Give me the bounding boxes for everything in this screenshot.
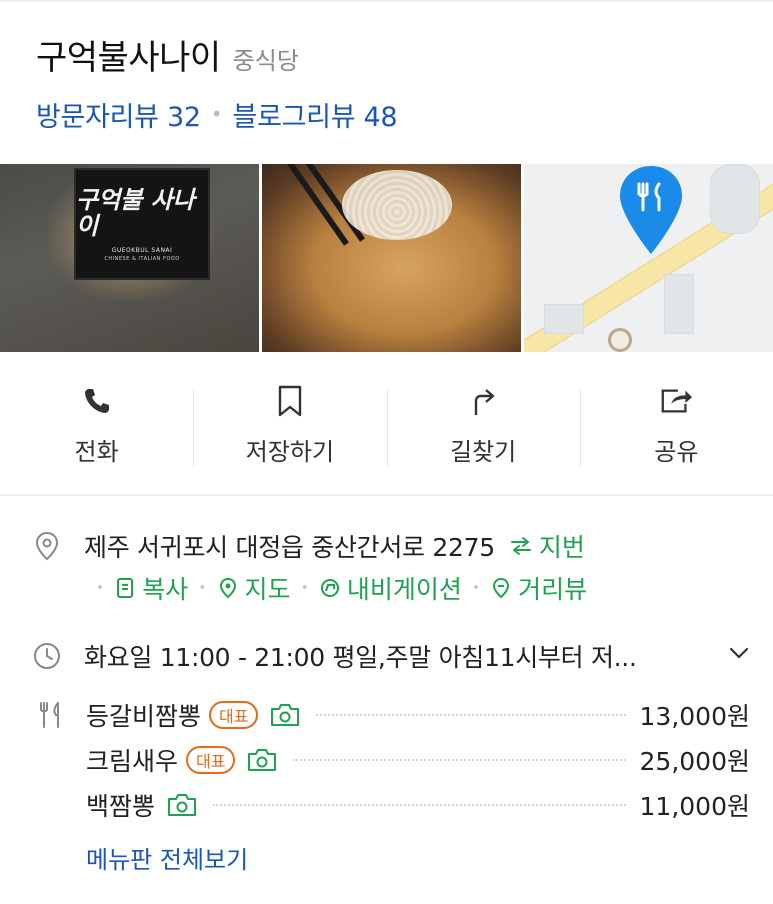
blog-reviews-link[interactable]: 블로그리뷰 48 <box>233 95 398 134</box>
call-button[interactable]: 전화 <box>0 370 193 482</box>
menu-item-name: 등갈비짬뽕 <box>86 701 202 731</box>
directions-button[interactable]: 길찾기 <box>386 370 580 482</box>
separator-dot: • <box>471 580 481 596</box>
fork-knife-icon <box>40 702 59 728</box>
map-poi-icon <box>608 328 632 352</box>
separator-dot: • <box>96 580 105 596</box>
directions-icon <box>466 384 500 418</box>
location-pin-icon <box>32 531 62 561</box>
copy-address-link[interactable]: 복사 <box>114 570 188 606</box>
map-block <box>664 274 694 334</box>
review-row: 방문자리뷰 32 • 블로그리뷰 48 <box>36 92 756 136</box>
restaurant-map-pin-icon <box>620 166 682 254</box>
action-bar: 전화 저장하기 길찾기 공유 <box>0 370 773 482</box>
share-button[interactable]: 공유 <box>579 370 773 482</box>
map-pin-icon <box>217 577 239 599</box>
street-view-link[interactable]: 거리뷰 <box>490 570 587 606</box>
share-label: 공유 <box>654 438 699 466</box>
separator-dot: • <box>300 580 309 596</box>
view-full-menu-link[interactable]: 메뉴판 전체보기 <box>86 840 248 875</box>
map-block <box>544 304 584 334</box>
phone-icon <box>80 384 114 418</box>
save-label: 저장하기 <box>245 438 335 466</box>
chevron-down-icon[interactable] <box>724 638 754 668</box>
signature-badge: 대표 <box>209 700 259 729</box>
clock-icon <box>32 641 62 671</box>
map-block <box>710 164 760 234</box>
navigation-icon <box>319 577 341 599</box>
street-view-icon <box>490 577 512 599</box>
menu-item[interactable]: 백짬뽕 11,000원 <box>86 782 750 827</box>
menu-list: 등갈비짬뽕 대표 13,000원 크림새우 대표 25,000원 백짬뽕 11,… <box>86 692 750 827</box>
map-label: 지도 <box>244 575 291 604</box>
map-link[interactable]: 지도 <box>217 570 291 606</box>
restaurant-sign: 구억불 사나이 GUEOKBUL SANAI CHINESE & ITALIAN… <box>74 168 210 280</box>
address-text: 제주 서귀포시 대정읍 중산간서로 2275 <box>84 533 495 562</box>
onion-garnish <box>342 170 452 240</box>
separator-dot: • <box>198 580 207 596</box>
place-header: 구억불사나이 중식당 방문자리뷰 32 • 블로그리뷰 48 <box>36 30 756 136</box>
menu-item-name: 크림새우 <box>86 746 179 776</box>
copy-label: 복사 <box>142 575 189 604</box>
photo-map-thumbnail[interactable] <box>524 164 773 352</box>
directions-label: 길찾기 <box>450 438 517 466</box>
address-actions: • 복사 • 지도 • 내비게이션 • 거리뷰 <box>86 568 587 608</box>
photo-storefront-sign[interactable]: 구억불 사나이 GUEOKBUL SANAI CHINESE & ITALIAN… <box>0 164 259 352</box>
swap-arrows-icon <box>510 537 531 555</box>
separator-dot: • <box>210 102 223 126</box>
copy-icon <box>114 577 136 599</box>
photo-food-dish[interactable] <box>262 164 521 352</box>
menu-item-price: 25,000원 <box>639 746 750 776</box>
menu-item-price: 13,000원 <box>639 701 750 731</box>
title-row: 구억불사나이 중식당 <box>36 30 756 86</box>
camera-icon[interactable] <box>268 701 302 729</box>
bookmark-icon <box>273 384 307 418</box>
signature-badge: 대표 <box>186 745 236 774</box>
camera-icon[interactable] <box>245 746 279 774</box>
menu-item[interactable]: 크림새우 대표 25,000원 <box>86 737 750 782</box>
top-divider <box>0 0 773 2</box>
hours-row[interactable]: 화요일 11:00 - 21:00 평일,주말 아침11시부터 저... <box>32 638 637 674</box>
photo-strip: 구억불 사나이 GUEOKBUL SANAI CHINESE & ITALIAN… <box>0 164 773 352</box>
save-button[interactable]: 저장하기 <box>193 370 386 482</box>
camera-icon[interactable] <box>165 791 199 819</box>
address-row: 제주 서귀포시 대정읍 중산간서로 2275 지번 <box>32 528 585 564</box>
hours-text: 화요일 11:00 - 21:00 평일,주말 아침11시부터 저... <box>84 643 637 672</box>
menu-item-name: 백짬뽕 <box>86 791 156 821</box>
street-view-label: 거리뷰 <box>518 575 588 604</box>
leader-dots <box>213 803 626 806</box>
leader-dots <box>293 758 626 761</box>
call-label: 전화 <box>74 438 119 466</box>
jibun-toggle[interactable]: 지번 <box>509 528 585 564</box>
menu-item[interactable]: 등갈비짬뽕 대표 13,000원 <box>86 692 750 737</box>
jibun-label: 지번 <box>538 533 585 562</box>
sign-english-text: GUEOKBUL SANAI <box>111 246 173 254</box>
navigation-link[interactable]: 내비게이션 <box>319 570 462 606</box>
place-category: 중식당 <box>232 47 299 75</box>
sign-korean-text: 구억불 사나이 <box>76 184 195 240</box>
navigation-label: 내비게이션 <box>346 575 462 604</box>
section-divider <box>0 494 773 496</box>
visitor-reviews-link[interactable]: 방문자리뷰 32 <box>36 95 201 134</box>
menu-item-price: 11,000원 <box>639 791 750 821</box>
place-title: 구억불사나이 <box>36 38 221 78</box>
sign-subtitle-text: CHINESE & ITALIAN FOOD <box>104 255 180 262</box>
leader-dots <box>316 713 626 716</box>
share-icon <box>659 384 693 418</box>
